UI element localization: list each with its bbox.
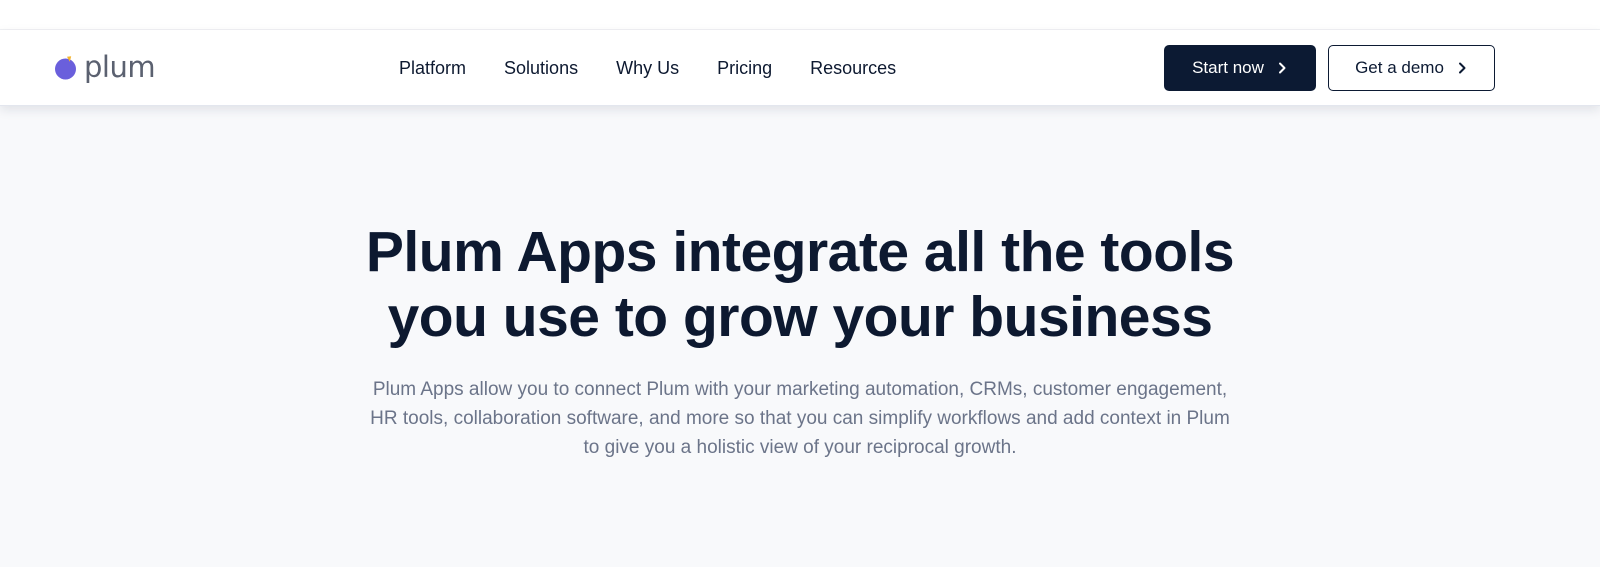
nav-resources[interactable]: Resources — [810, 58, 896, 79]
start-now-label: Start now — [1192, 58, 1264, 77]
get-a-demo-button[interactable]: Get a demo — [1328, 45, 1495, 91]
chevron-right-icon — [1276, 62, 1288, 74]
hero-subtitle-line-2: HR tools, collaboration software, and mo… — [370, 408, 1230, 429]
brand-logo-link[interactable]: plum — [54, 49, 156, 86]
chevron-right-icon — [1456, 62, 1468, 74]
hero-section: Plum Apps integrate all the tools you us… — [0, 220, 1600, 462]
hero-title-line-2: you use to grow your business — [387, 285, 1213, 349]
top-strip — [0, 0, 1600, 30]
nav-why-us[interactable]: Why Us — [616, 58, 679, 79]
main-nav: Platform Solutions Why Us Pricing Resour… — [380, 30, 915, 106]
hero-title: Plum Apps integrate all the tools you us… — [0, 220, 1600, 350]
hero-title-line-1: Plum Apps integrate all the tools — [365, 220, 1235, 284]
start-now-button[interactable]: Start now — [1164, 45, 1316, 91]
nav-solutions[interactable]: Solutions — [504, 58, 578, 79]
plum-logo-icon — [54, 56, 78, 80]
hero-subtitle-line-1: Plum Apps allow you to connect Plum with… — [372, 379, 1228, 400]
brand-name: plum — [84, 49, 156, 84]
site-header: plum Platform Solutions Why Us Pricing R… — [0, 30, 1600, 106]
get-a-demo-label: Get a demo — [1355, 58, 1444, 77]
nav-platform[interactable]: Platform — [399, 58, 466, 79]
hero-subtitle: Plum Apps allow you to connect Plum with… — [320, 375, 1280, 462]
hero-subtitle-line-3: to give you a holistic view of your reci… — [583, 437, 1017, 458]
nav-pricing[interactable]: Pricing — [717, 58, 772, 79]
